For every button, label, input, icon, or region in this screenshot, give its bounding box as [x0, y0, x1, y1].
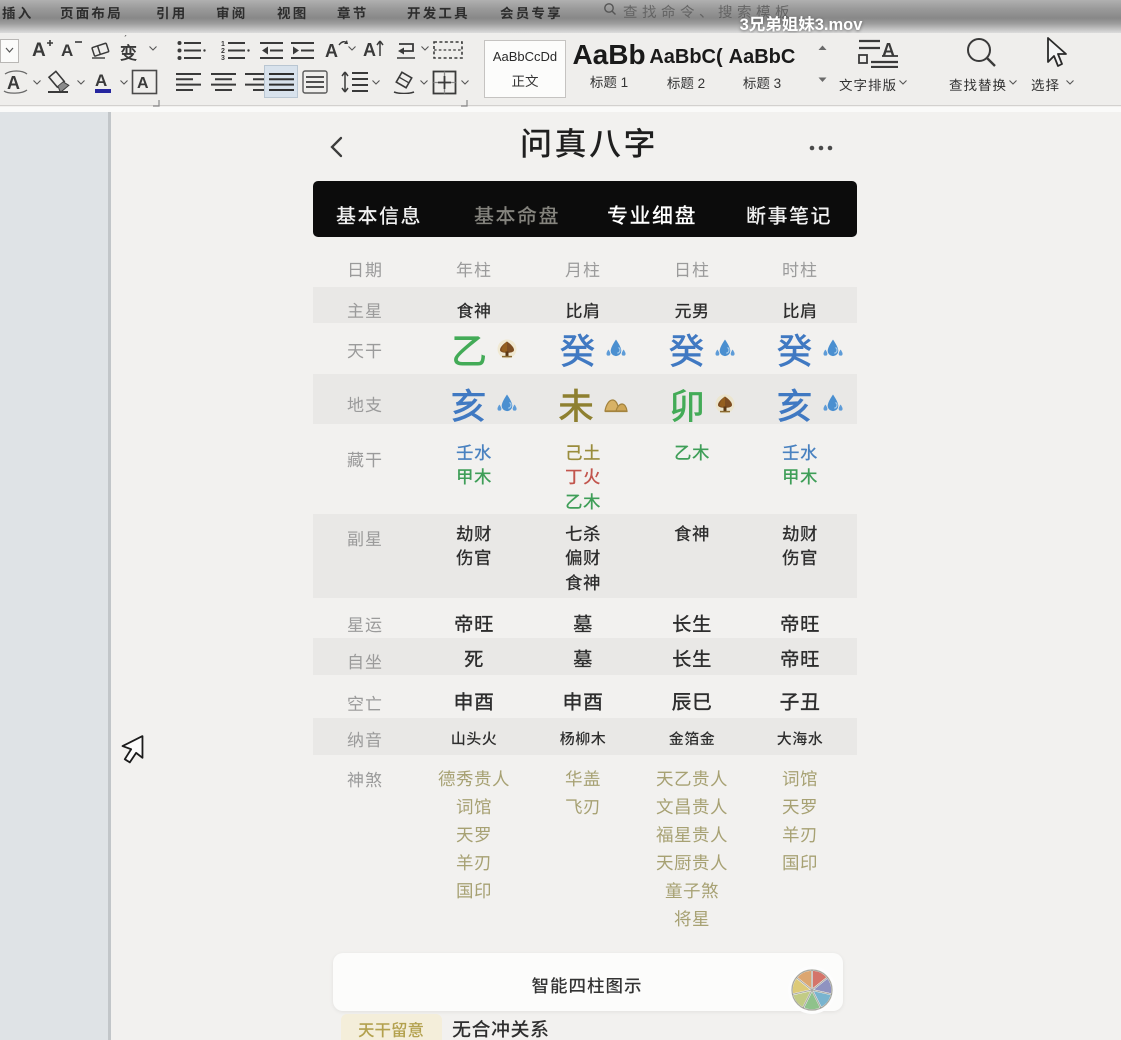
svg-text:A: A	[137, 75, 149, 92]
svg-text:3: 3	[221, 55, 225, 61]
svg-text:A: A	[882, 40, 895, 60]
svg-text:2: 2	[221, 48, 225, 55]
svg-text:A: A	[32, 40, 46, 61]
svg-text:A: A	[363, 40, 376, 60]
svg-text:A: A	[7, 73, 20, 93]
svg-text:A: A	[95, 71, 107, 90]
svg-text:A: A	[325, 41, 338, 61]
svg-text:1: 1	[221, 41, 225, 48]
svg-text:A: A	[61, 41, 73, 60]
